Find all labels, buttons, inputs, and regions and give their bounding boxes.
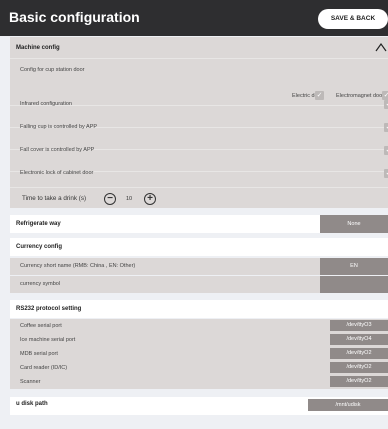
card-reader-select[interactable]: /dev/ttyO2 xyxy=(330,362,388,373)
drink-time-value: 10 xyxy=(126,196,133,202)
rs232-header: RS232 protocol setting xyxy=(10,300,388,318)
udisk-row: u disk path /mnt/udisk xyxy=(10,397,388,415)
cabinet-lock-checkbox[interactable]: ✓ xyxy=(384,169,388,178)
fall-cover-label: Fall cover is controlled by APP xyxy=(20,147,95,153)
coffee-port-label: Coffee serial port xyxy=(20,323,62,329)
infrared-label: Infrared configuration xyxy=(20,101,72,107)
electric-door-checkbox[interactable]: ✓ xyxy=(315,91,324,100)
increment-icon[interactable]: + xyxy=(144,193,156,205)
decrement-icon[interactable]: − xyxy=(104,193,116,205)
refrigerate-select[interactable]: None xyxy=(320,215,388,233)
cup-door-label: Config for cup station door xyxy=(20,67,85,73)
drink-time-label: Time to take a drink (s) xyxy=(22,195,87,202)
coffee-port-select[interactable]: /dev/ttyO3 xyxy=(330,320,388,331)
cabinet-lock-label: Electronic lock of cabinet door xyxy=(20,170,94,176)
top-bar: Basic configuration SAVE & BACK xyxy=(0,0,388,36)
save-and-back-button[interactable]: SAVE & BACK xyxy=(318,9,388,29)
electromagnet-door-checkbox[interactable]: ✓ xyxy=(382,91,388,100)
ice-port-select[interactable]: /dev/ttyO4 xyxy=(330,334,388,345)
mdb-port-select[interactable]: /dev/ttyO2 xyxy=(330,348,388,359)
rs232-title: RS232 protocol setting xyxy=(16,306,82,312)
udisk-label: u disk path xyxy=(16,401,48,407)
falling-cup-checkbox[interactable]: ✓ xyxy=(384,123,388,132)
page-title: Basic configuration xyxy=(9,9,140,25)
divider xyxy=(10,187,388,188)
currency-short-name-label: Currency short name (RMB: China , EN: Ot… xyxy=(20,263,136,269)
currency-symbol-row: currency symbol xyxy=(10,276,388,293)
refrigerate-label: Refrigerate way xyxy=(16,221,61,227)
infrared-checkbox[interactable]: ✓ xyxy=(384,100,388,109)
currency-short-name-select[interactable]: EN xyxy=(320,258,388,275)
fall-cover-checkbox[interactable]: ✓ xyxy=(384,146,388,155)
scanner-select[interactable]: /dev/ttyO2 xyxy=(330,376,388,387)
currency-header: Currency config xyxy=(10,238,388,256)
card-reader-label: Card reader (ID/IC) xyxy=(20,365,68,371)
electromagnet-door-label: Electromagnet door xyxy=(336,93,384,99)
currency-symbol-input[interactable] xyxy=(320,276,388,293)
divider xyxy=(10,58,388,59)
mdb-port-label: MDB serial port xyxy=(20,351,58,357)
currency-short-name-row: Currency short name (RMB: China , EN: Ot… xyxy=(10,258,388,275)
refrigerate-row: Refrigerate way None xyxy=(10,215,388,233)
ice-port-label: Ice machine serial port xyxy=(20,337,76,343)
currency-symbol-label: currency symbol xyxy=(20,281,61,287)
machine-config-panel: Machine config Config for cup station do… xyxy=(10,37,388,208)
currency-config-title: Currency config xyxy=(16,244,63,250)
machine-config-title: Machine config xyxy=(16,45,60,51)
scanner-label: Scanner xyxy=(20,379,41,385)
udisk-path-input[interactable]: /mnt/udisk xyxy=(308,399,388,411)
falling-cup-label: Falling cup is controlled by APP xyxy=(20,124,98,130)
chevron-up-icon[interactable] xyxy=(375,42,387,52)
rs232-list: Coffee serial port /dev/ttyO3 Ice machin… xyxy=(10,319,388,389)
